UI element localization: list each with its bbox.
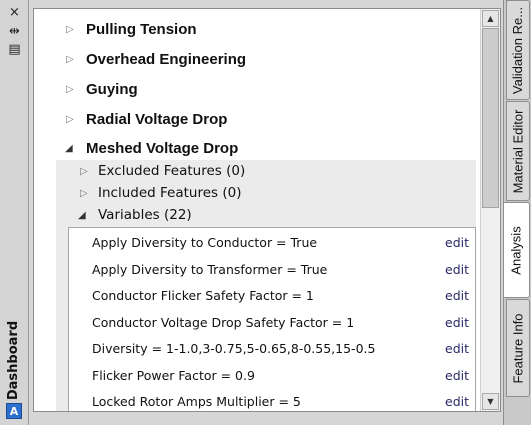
tab-validation-results[interactable]: Validation Re...	[506, 0, 530, 100]
expand-triangle-icon[interactable]: ▷	[66, 114, 74, 125]
expand-triangle-icon[interactable]: ▷	[80, 166, 88, 177]
tab-feature-info[interactable]: Feature Info	[506, 299, 530, 397]
section-pulling-tension[interactable]: ▷ Pulling Tension	[34, 14, 480, 44]
autocad-logo-icon[interactable]: A	[6, 403, 22, 419]
list-item: Apply Diversity to Transformer = True ed…	[69, 256, 475, 282]
subsection-label: Variables (22)	[98, 207, 192, 223]
edit-link[interactable]: edit	[445, 262, 469, 277]
tab-label: Feature Info	[510, 312, 526, 384]
section-label: Radial Voltage Drop	[86, 110, 228, 128]
edit-link[interactable]: edit	[445, 368, 469, 383]
variable-label: Conductor Flicker Safety Factor = 1	[92, 287, 314, 303]
subsection-included-features[interactable]: ▷ Included Features (0)	[56, 182, 476, 204]
list-item: Apply Diversity to Conductor = True edit	[69, 229, 475, 255]
list-item: Locked Rotor Amps Multiplier = 5 edit	[69, 388, 475, 411]
subsection-excluded-features[interactable]: ▷ Excluded Features (0)	[56, 160, 476, 182]
analysis-tree: ▷ Pulling Tension ▷ Overhead Engineering…	[34, 9, 480, 411]
properties-icon[interactable]: ▤	[6, 42, 23, 56]
section-label: Pulling Tension	[86, 20, 197, 38]
meshed-voltage-drop-content: ▷ Excluded Features (0) ▷ Included Featu…	[56, 160, 476, 411]
tab-material-editor[interactable]: Material Editor	[506, 101, 530, 201]
expand-triangle-icon[interactable]: ▷	[66, 54, 74, 65]
section-radial-voltage-drop[interactable]: ▷ Radial Voltage Drop	[34, 104, 480, 134]
dashboard-panel: ▷ Pulling Tension ▷ Overhead Engineering…	[33, 8, 501, 412]
section-overhead-engineering[interactable]: ▷ Overhead Engineering	[34, 44, 480, 74]
collapse-triangle-icon[interactable]: ◢	[65, 143, 73, 154]
section-label: Overhead Engineering	[86, 50, 247, 68]
variable-label: Apply Diversity to Conductor = True	[92, 234, 318, 250]
scroll-up-icon[interactable]: ▲	[482, 10, 499, 27]
section-label: Meshed Voltage Drop	[86, 139, 239, 157]
list-item: Flicker Power Factor = 0.9 edit	[69, 362, 475, 388]
tab-label: Analysis	[509, 225, 525, 275]
scroll-down-icon[interactable]: ▼	[482, 393, 499, 410]
scrollbar-thumb[interactable]	[482, 28, 499, 208]
tab-label: Validation Re...	[510, 6, 526, 94]
tab-analysis[interactable]: Analysis	[504, 202, 530, 298]
palette-tab-strip: Validation Re... Material Editor Analysi…	[503, 0, 531, 425]
variable-label: Locked Rotor Amps Multiplier = 5	[92, 393, 301, 409]
section-guying[interactable]: ▷ Guying	[34, 74, 480, 104]
variable-label: Apply Diversity to Transformer = True	[92, 261, 328, 277]
collapse-triangle-icon[interactable]: ◢	[78, 210, 86, 221]
auto-hide-icon[interactable]: ⇹	[6, 24, 23, 38]
edit-link[interactable]: edit	[445, 288, 469, 303]
expand-triangle-icon[interactable]: ▷	[80, 188, 88, 199]
palette-title: Dashboard	[6, 320, 22, 400]
subsection-label: Included Features (0)	[98, 185, 242, 201]
variable-label: Diversity = 1-1.0,3-0.75,5-0.65,8-0.55,1…	[92, 340, 376, 356]
variables-list: Apply Diversity to Conductor = True edit…	[68, 227, 476, 411]
subsection-label: Excluded Features (0)	[98, 163, 246, 179]
close-icon[interactable]: ×	[6, 5, 23, 19]
expand-triangle-icon[interactable]: ▷	[66, 84, 74, 95]
variable-label: Conductor Voltage Drop Safety Factor = 1	[92, 314, 355, 330]
list-item: Conductor Voltage Drop Safety Factor = 1…	[69, 309, 475, 335]
edit-link[interactable]: edit	[445, 315, 469, 330]
section-label: Guying	[86, 80, 138, 98]
list-item: Diversity = 1-1.0,3-0.75,5-0.65,8-0.55,1…	[69, 335, 475, 361]
section-meshed-voltage-drop[interactable]: ◢ Meshed Voltage Drop	[34, 133, 480, 163]
subsection-variables[interactable]: ◢ Variables (22)	[56, 204, 476, 226]
variable-label: Flicker Power Factor = 0.9	[92, 367, 255, 383]
expand-triangle-icon[interactable]: ▷	[66, 24, 74, 35]
list-item: Conductor Flicker Safety Factor = 1 edit	[69, 282, 475, 308]
tab-label: Material Editor	[510, 109, 526, 193]
edit-link[interactable]: edit	[445, 341, 469, 356]
vertical-scrollbar[interactable]: ▲ ▼	[480, 9, 500, 411]
edit-link[interactable]: edit	[445, 394, 469, 409]
edit-link[interactable]: edit	[445, 235, 469, 250]
palette-title-strip: × ⇹ ▤ Dashboard A	[0, 0, 29, 425]
